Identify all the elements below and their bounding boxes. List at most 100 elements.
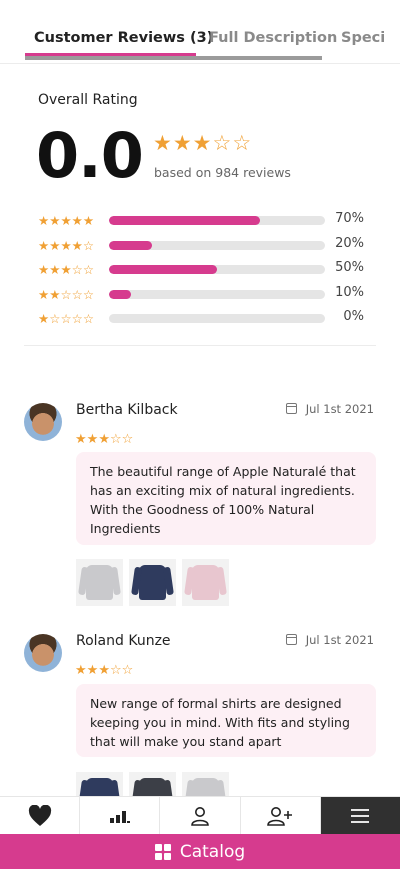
star-filled-icon: ★ [49,286,61,302]
rating-row-stars: ★★☆☆☆ [38,284,94,303]
rating-bar-track [109,314,325,323]
rating-bar-track [109,289,325,299]
star-filled-icon: ★ [60,213,72,228]
star-empty-icon: ☆ [82,237,95,253]
review-date: Jul 1st 2021 [285,402,374,416]
review-stars: ★★★☆☆ [75,428,133,447]
rating-row-5-star[interactable]: ★★★★★ 70% [38,210,368,235]
tab-customer-reviews[interactable]: Customer Reviews (3) [34,30,213,46]
star-filled-icon: ★ [60,237,72,253]
review-count-text: based on 984 reviews [154,165,291,180]
rating-row-stars: ★☆☆☆☆ [38,308,94,327]
star-empty-icon: ☆ [82,311,95,326]
review-date-text: Jul 1st 2021 [305,633,374,647]
tab-scrollbar[interactable] [25,56,322,60]
grey-sweatshirt-image[interactable] [76,559,123,606]
star-filled-icon: ★ [49,213,61,228]
navy-sweatshirt-image[interactable] [129,559,176,606]
active-tab-indicator [25,53,196,56]
rating-bar-fill [109,265,217,274]
review-text: The beautiful range of Apple Naturalé th… [76,452,376,545]
star-empty-icon: ☆ [71,311,83,326]
star-empty-icon: ☆ [109,432,122,447]
review-date: Jul 1st 2021 [285,633,374,647]
rating-breakdown: ★★★★★ 70% ★★★★☆ 20% ★★★☆☆ 50% ★★☆☆☆ 10% ★☆☆☆☆ 0% [38,210,368,333]
rating-bar-track [109,216,325,225]
rating-row-stars: ★★★☆☆ [38,259,94,278]
menu-icon [351,808,370,823]
nav-profile[interactable] [160,797,241,834]
rating-percent: 20% [335,235,364,251]
rating-percent: 70% [335,211,364,226]
star-empty-icon: ☆ [49,311,61,326]
review-text: New range of formal shirts are designed … [76,684,376,757]
rating-bar-track [109,265,325,274]
star-empty-icon: ☆ [121,663,134,678]
star-filled-icon: ★ [98,663,110,678]
star-filled-icon: ★ [38,262,50,277]
review-images [76,559,235,610]
star-empty-icon: ☆ [82,286,95,302]
overall-rating-label: Overall Rating [38,92,138,108]
star-filled-icon: ★ [38,213,50,228]
reviewer-name: Bertha Kilback [76,402,178,418]
rating-row-stars: ★★★★★ [38,210,94,229]
star-empty-icon: ☆ [60,286,72,302]
star-empty-icon: ☆ [109,663,122,678]
star-filled-icon: ★ [60,262,72,277]
nav-menu[interactable] [320,797,400,834]
avatar [24,403,62,441]
star-empty-icon: ☆ [212,131,232,155]
catalog-button[interactable]: Catalog [0,834,400,869]
nav-stats[interactable] [80,797,161,834]
catalog-label: Catalog [179,841,246,862]
chart-icon [109,810,130,823]
star-empty-icon: ☆ [60,311,72,326]
star-filled-icon: ★ [38,286,50,302]
avatar [24,634,62,672]
star-empty-icon: ☆ [71,262,83,277]
calendar-icon [285,403,297,414]
tab-specifications[interactable]: Speci [341,30,385,46]
bottom-navigation [0,796,400,834]
rating-percent: 50% [335,260,364,275]
rating-row-4-star[interactable]: ★★★★☆ 20% [38,235,368,260]
overall-rating-stars: ★★★☆☆ [153,133,252,154]
reviewer-name: Roland Kunze [76,633,171,649]
rating-percent: 10% [335,284,364,300]
star-filled-icon: ★ [49,237,61,253]
grid-icon [154,843,171,860]
rating-row-2-star[interactable]: ★★☆☆☆ 10% [38,284,368,309]
nav-add-user[interactable] [241,797,321,834]
rating-row-3-star[interactable]: ★★★☆☆ 50% [38,259,368,284]
rating-bar-fill [109,216,261,225]
overall-rating-score: 0.0 [36,119,144,192]
star-filled-icon: ★ [75,432,87,447]
star-filled-icon: ★ [172,131,192,155]
rating-bar-track [109,240,325,250]
calendar-icon [285,634,297,645]
rating-bar-fill [109,289,131,299]
user-icon [191,806,209,826]
star-filled-icon: ★ [71,237,83,253]
rating-row-1-star[interactable]: ★☆☆☆☆ 0% [38,308,368,333]
product-tabs: Customer Reviews (3) Full Description Sp… [0,0,400,64]
star-empty-icon: ☆ [71,286,83,302]
star-filled-icon: ★ [192,131,212,155]
star-empty-icon: ☆ [82,262,95,277]
star-filled-icon: ★ [38,311,50,326]
star-filled-icon: ★ [75,663,87,678]
nav-favorites[interactable] [0,797,81,834]
review-stars: ★★★☆☆ [75,659,133,678]
star-filled-icon: ★ [86,432,99,447]
add-user-icon [267,806,293,826]
star-filled-icon: ★ [38,237,50,253]
star-filled-icon: ★ [71,213,83,228]
star-filled-icon: ★ [49,262,61,277]
rating-row-stars: ★★★★☆ [38,235,94,254]
review-date-text: Jul 1st 2021 [305,402,374,416]
star-filled-icon: ★ [82,213,95,228]
pink-sweatshirt-image[interactable] [182,559,229,606]
tab-full-description[interactable]: Full Description [209,30,337,46]
star-empty-icon: ☆ [121,432,134,447]
